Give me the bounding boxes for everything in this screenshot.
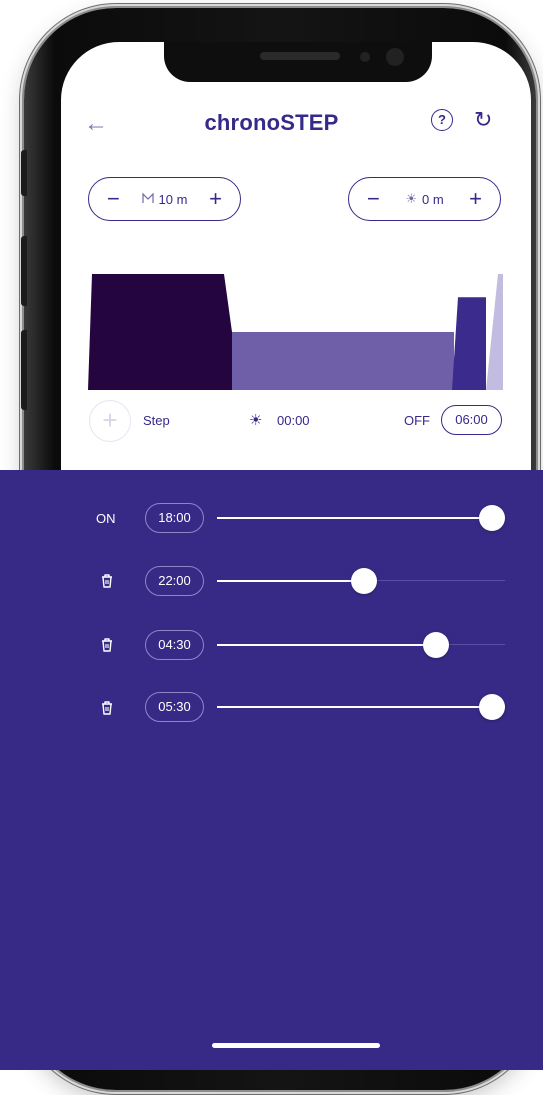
increase-button[interactable]: + [469, 188, 482, 210]
sun-icon: ☀ [405, 191, 417, 206]
sun-icon: ☀ [249, 412, 263, 429]
volume-down-button [21, 330, 27, 410]
notch [164, 42, 432, 82]
level-slider[interactable] [217, 568, 505, 594]
schedule-panel [0, 470, 543, 1070]
off-label: OFF [404, 413, 430, 428]
sun-offset-stepper: − ☀ 0 m + [348, 177, 501, 221]
trash-icon[interactable] [100, 573, 114, 589]
time-pill[interactable]: 04:30 [145, 630, 204, 660]
refresh-icon[interactable]: ↻ [474, 108, 492, 132]
slider-thumb[interactable] [479, 694, 505, 720]
slider-thumb[interactable] [350, 568, 377, 594]
slider-thumb[interactable] [422, 632, 449, 658]
slider-fill [217, 517, 505, 519]
light-profile-chart [88, 274, 503, 390]
time-pill[interactable]: 22:00 [145, 566, 204, 596]
slider-track [363, 580, 505, 581]
level-slider[interactable] [217, 632, 505, 658]
increase-button[interactable]: + [209, 188, 222, 210]
level-slider[interactable] [217, 694, 505, 720]
dim-duration-stepper: − 10 m + [88, 177, 241, 221]
trash-icon[interactable] [100, 700, 114, 716]
home-indicator[interactable] [212, 1043, 380, 1048]
add-step-button[interactable]: + [89, 400, 131, 442]
decrease-button[interactable]: − [107, 188, 120, 210]
sunrise-time: 00:00 [277, 413, 310, 428]
speaker [260, 52, 340, 60]
volume-up-button [21, 236, 27, 306]
mute-switch [21, 150, 27, 196]
moon-icon [141, 192, 154, 207]
sensor [360, 52, 370, 62]
chart-segment-1 [224, 332, 454, 390]
off-time-pill[interactable]: 06:00 [441, 405, 502, 435]
slider-fill [217, 644, 436, 646]
question-circle-icon[interactable]: ? [431, 109, 453, 131]
trash-icon[interactable] [100, 637, 114, 653]
stepper-value: 10 m [141, 191, 188, 207]
decrease-button[interactable]: − [367, 188, 380, 210]
step-label: Step [143, 413, 170, 428]
stepper-value: ☀ 0 m [405, 191, 443, 207]
stepper-value-text: 10 m [158, 191, 188, 207]
time-pill[interactable]: 18:00 [145, 503, 204, 533]
slider-thumb[interactable] [479, 505, 505, 531]
time-pill[interactable]: 05:30 [145, 692, 204, 722]
front-camera [386, 48, 404, 66]
slider-fill [217, 580, 364, 582]
chart-segment-0 [88, 274, 232, 390]
level-slider[interactable] [217, 505, 505, 531]
slider-fill [217, 706, 505, 708]
on-label: ON [96, 511, 116, 526]
chart-segment-3 [486, 274, 503, 390]
chart-segment-2 [452, 297, 486, 390]
stepper-value-text: 0 m [421, 191, 444, 207]
page-title: chronoSTEP [204, 110, 339, 135]
